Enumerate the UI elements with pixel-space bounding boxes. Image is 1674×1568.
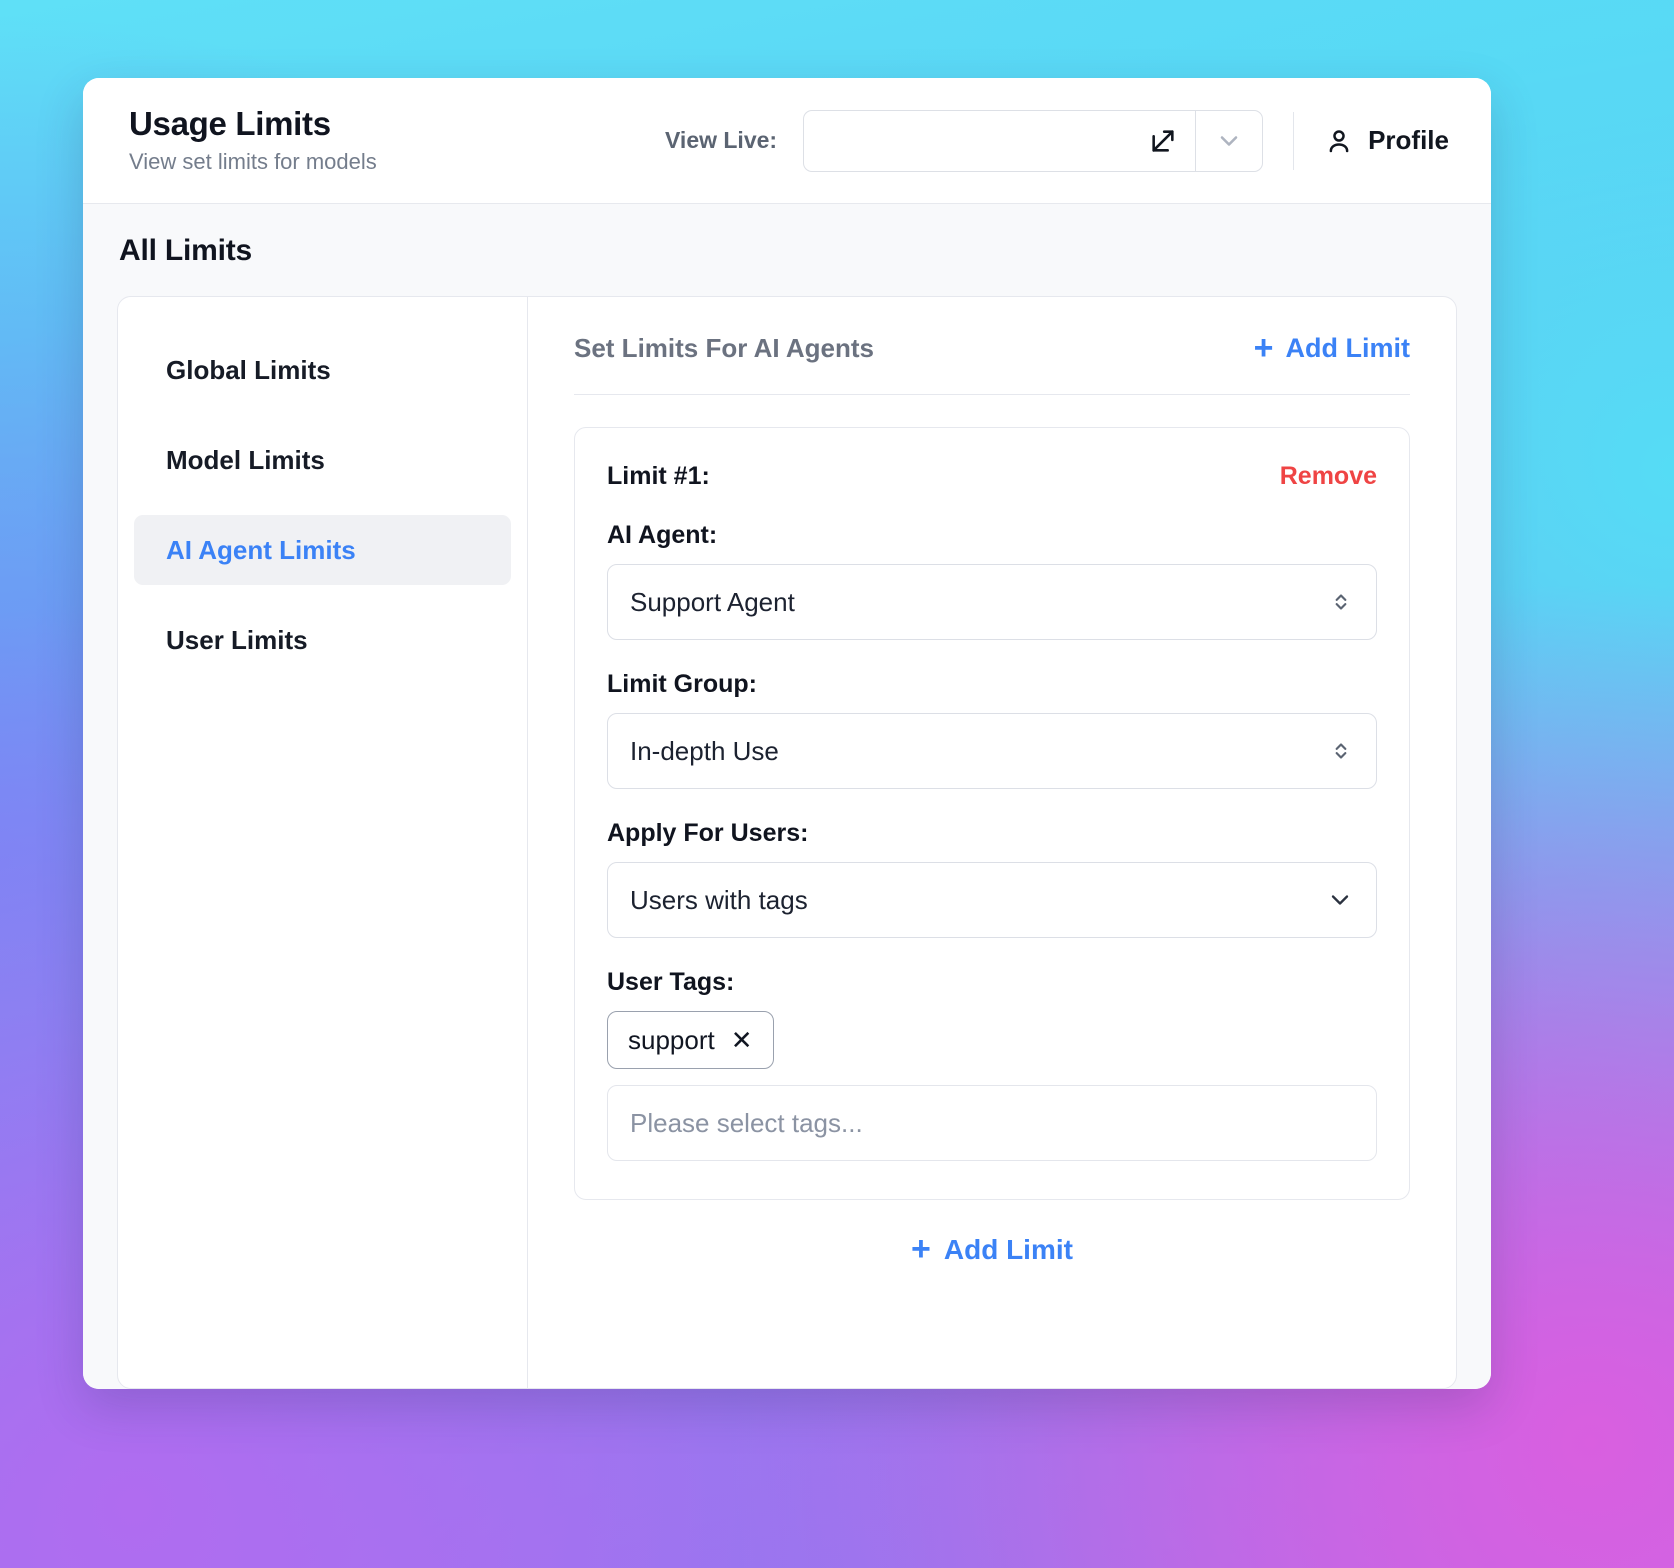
- header-actions: View Live: Profile: [665, 109, 1457, 172]
- page-body: All Limits Global Limits Model Limits AI…: [83, 204, 1491, 1389]
- ai-agent-select[interactable]: Support Agent: [607, 564, 1377, 640]
- profile-label: Profile: [1368, 125, 1449, 155]
- content-footer: + Add Limit: [574, 1200, 1410, 1286]
- limits-panel: Global Limits Model Limits AI Agent Limi…: [117, 296, 1457, 1389]
- limit-group-value: In-depth Use: [630, 735, 779, 766]
- limit-group-select[interactable]: In-depth Use: [607, 713, 1377, 789]
- tag-chip-label: support: [628, 1024, 715, 1055]
- profile-button[interactable]: Profile: [1324, 125, 1457, 156]
- user-tags-label: User Tags:: [607, 968, 735, 996]
- sidebar-item-label: Global Limits: [166, 354, 331, 385]
- section-title: All Limits: [119, 234, 253, 267]
- limit-name: Limit #1:: [607, 462, 710, 490]
- limit-card: Limit #1: Remove AI Agent: Support Agent: [574, 427, 1410, 1200]
- sidebar-item-user-limits[interactable]: User Limits: [134, 605, 511, 675]
- plus-icon: +: [1253, 328, 1274, 367]
- apply-for-users-select[interactable]: Users with tags: [607, 862, 1377, 938]
- user-tags-chips: support ✕: [607, 1011, 1377, 1069]
- remove-limit-button[interactable]: Remove: [1280, 462, 1377, 491]
- ai-agent-value: Support Agent: [630, 586, 795, 617]
- apply-for-users-field: Apply For Users: Users with tags: [607, 819, 1377, 938]
- app-header: Usage Limits View set limits for models …: [83, 78, 1491, 204]
- view-live-input[interactable]: [822, 129, 1142, 152]
- sidebar-item-label: Model Limits: [166, 444, 325, 475]
- sidebar-item-model-limits[interactable]: Model Limits: [134, 425, 511, 495]
- chevron-down-icon: [1331, 895, 1349, 905]
- user-tags-input-wrap[interactable]: [607, 1085, 1377, 1161]
- sidebar-nav: Global Limits Model Limits AI Agent Limi…: [118, 297, 528, 1388]
- limit-group-field: Limit Group: In-depth Use: [607, 670, 1377, 789]
- person-icon: [1329, 129, 1349, 152]
- add-limit-label: Add Limit: [943, 1234, 1073, 1265]
- ai-agent-label: AI Agent:: [607, 521, 718, 549]
- limit-group-label: Limit Group:: [607, 670, 757, 698]
- app-window: Usage Limits View set limits for models …: [83, 78, 1491, 1389]
- user-tags-field: User Tags: support ✕: [607, 968, 1377, 1161]
- add-limit-button-top[interactable]: + Add Limit: [1253, 328, 1410, 367]
- limits-content: Set Limits For AI Agents + Add Limit Lim…: [528, 297, 1456, 1388]
- header-title-block: Usage Limits View set limits for models: [129, 105, 377, 176]
- limit-card-header: Limit #1: Remove: [607, 462, 1377, 491]
- apply-for-users-label: Apply For Users:: [607, 819, 809, 847]
- sidebar-item-ai-agent-limits[interactable]: AI Agent Limits: [134, 515, 511, 585]
- close-icon[interactable]: ✕: [731, 1027, 753, 1053]
- add-limit-label: Add Limit: [1285, 333, 1410, 363]
- header-divider: [1293, 111, 1295, 170]
- content-heading: Set Limits For AI Agents: [574, 333, 874, 363]
- user-tags-input[interactable]: [630, 1107, 1354, 1139]
- chevron-down-icon: [1220, 135, 1238, 146]
- content-header: Set Limits For AI Agents + Add Limit: [574, 328, 1410, 395]
- plus-icon: +: [911, 1230, 931, 1269]
- page-subtitle: View set limits for models: [129, 149, 377, 175]
- stepper-updown-icon: [1335, 594, 1347, 610]
- view-live-control: [803, 109, 1264, 172]
- add-limit-button-bottom[interactable]: + Add Limit: [911, 1230, 1073, 1269]
- view-live-input-wrap[interactable]: [803, 109, 1196, 172]
- sidebar-item-label: AI Agent Limits: [166, 534, 356, 565]
- apply-for-users-value: Users with tags: [630, 884, 808, 915]
- view-live-label: View Live:: [665, 127, 778, 153]
- page-title: Usage Limits: [129, 105, 331, 143]
- view-live-dropdown-button[interactable]: [1195, 109, 1264, 172]
- external-link-icon[interactable]: [1149, 127, 1177, 155]
- stepper-updown-icon: [1335, 743, 1347, 759]
- sidebar-item-label: User Limits: [166, 624, 308, 655]
- tag-chip-support[interactable]: support ✕: [607, 1011, 774, 1069]
- sidebar-item-global-limits[interactable]: Global Limits: [134, 335, 511, 405]
- ai-agent-field: AI Agent: Support Agent: [607, 521, 1377, 640]
